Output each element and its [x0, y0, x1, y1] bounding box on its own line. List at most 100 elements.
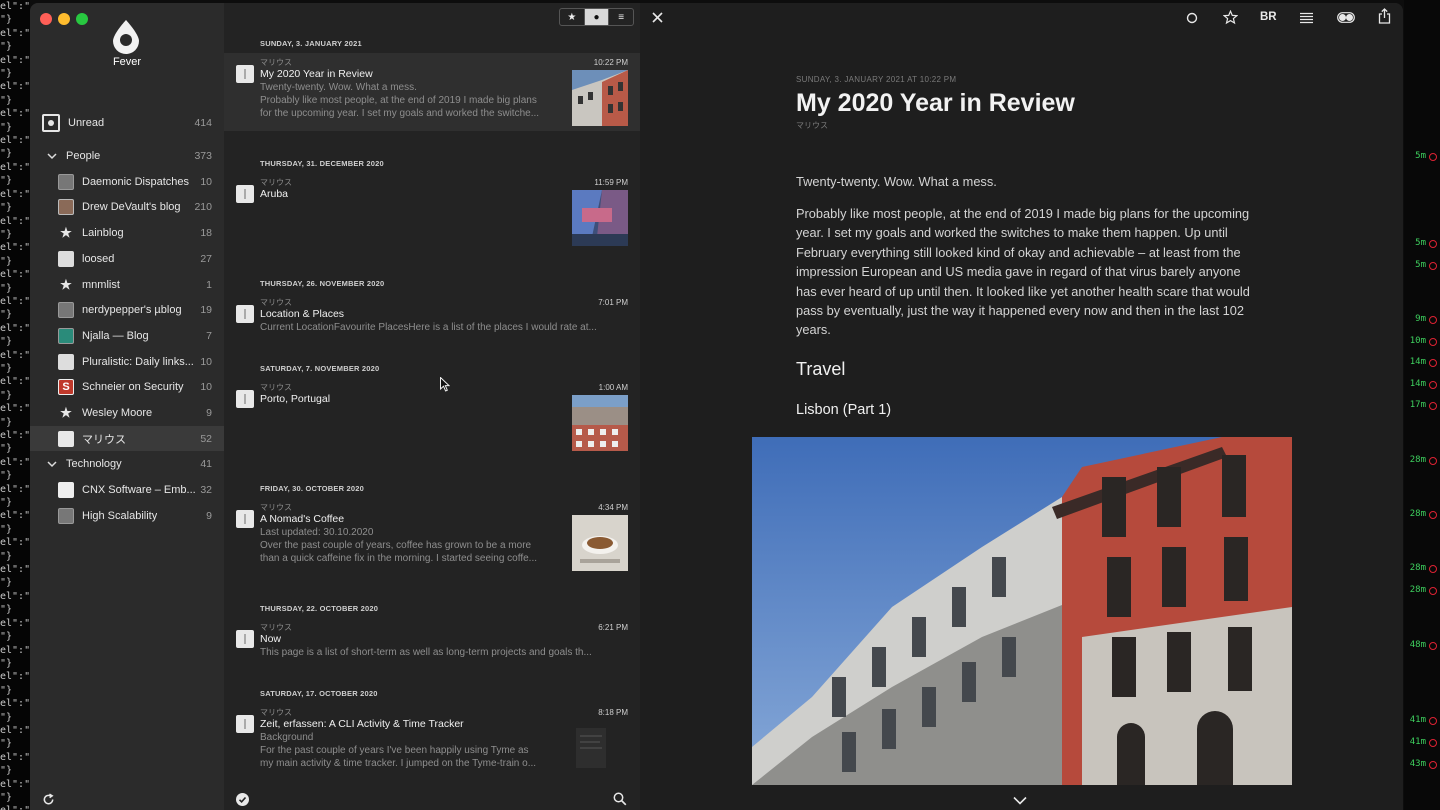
- sidebar-group-label: People: [66, 150, 101, 162]
- refresh-icon[interactable]: [42, 793, 55, 806]
- mark-all-read-icon[interactable]: [236, 793, 249, 806]
- terminal-status-dot: [1429, 338, 1437, 346]
- item-time: 10:22 PM: [593, 58, 628, 67]
- sidebar-feed-label: Lainblog: [82, 227, 124, 240]
- terminal-status-dot: [1429, 153, 1437, 161]
- share-icon[interactable]: [1378, 8, 1391, 24]
- sidebar-feed-label: Schneier on Security: [82, 381, 184, 394]
- sidebar-feed-item[interactable]: nerdypepper's µblog 19: [30, 298, 224, 323]
- terminal-age-text: 28m: [1409, 509, 1426, 519]
- item-excerpt: Last updated: 30.10.2020: [260, 527, 374, 538]
- list-item[interactable]: マリウス 8:18 PM Zeit, erfassen: A CLI Activit…: [224, 703, 640, 783]
- item-title: My 2020 Year in Review: [260, 68, 373, 80]
- sidebar-feed-count: 7: [206, 329, 212, 342]
- terminal-status-dot: [1429, 717, 1437, 725]
- date-header: THURSDAY, 22. OCTOBER 2020: [260, 604, 379, 613]
- sidebar-feed-item[interactable]: Drew DeVault's blog 210: [30, 195, 224, 220]
- terminal-status-dot: [1429, 739, 1437, 747]
- feed-page-icon: [236, 305, 254, 323]
- article-reader: BR SUNDAY, 3. JANUARY 2021 AT 10:22 PM M…: [640, 3, 1403, 810]
- sidebar-feed-count: 1: [206, 278, 212, 291]
- item-thumbnail: [572, 720, 628, 776]
- list-item[interactable]: マリウス 4:34 PM A Nomad's Coffee Last updated:…: [224, 498, 640, 588]
- sidebar-feed-item[interactable]: Daemonic Dispatches 10: [30, 169, 224, 194]
- item-excerpt: Probably like most people, at the end of…: [260, 95, 537, 106]
- item-title: Zeit, erfassen: A CLI Activity & Time Tr…: [260, 718, 464, 730]
- bionic-reading-button[interactable]: BR: [1260, 11, 1277, 23]
- item-source: マリウス: [260, 623, 292, 632]
- terminal-status-dot: [1429, 761, 1437, 769]
- item-source: マリウス: [260, 298, 292, 307]
- sidebar-feed-item[interactable]: マリウス 52: [30, 426, 224, 452]
- article-author: マリウス: [796, 121, 828, 130]
- list-item[interactable]: マリウス 11:59 PM Aruba: [224, 173, 640, 253]
- terminal-age-text: 28m: [1409, 455, 1426, 465]
- sidebar-feed-item[interactable]: ★ Wesley Moore 9: [30, 401, 224, 426]
- feed-page-icon: [236, 185, 254, 203]
- sidebar-feed-item[interactable]: ★ mnmlist 1: [30, 272, 224, 297]
- filter-segmented-control[interactable]: ★ ● ≡: [559, 8, 634, 26]
- app-name: Fever: [112, 56, 142, 68]
- item-source: マリウス: [260, 58, 292, 67]
- sidebar-feed-item[interactable]: High Scalability 9: [30, 503, 224, 528]
- star-icon[interactable]: [1223, 10, 1238, 25]
- terminal-age-text: 10m: [1409, 336, 1426, 346]
- sidebar-feed-label: Njalla — Blog: [82, 329, 149, 342]
- article-paragraph: Probably like most people, at the end of…: [796, 206, 1250, 338]
- filter-all-tab[interactable]: ≡: [608, 9, 633, 25]
- item-list: SUNDAY, 3. JANUARY 2021 マリウス 10:22 PM My 20…: [224, 3, 640, 810]
- chevron-down-icon[interactable]: [46, 458, 66, 470]
- sidebar-feed-count: 10: [200, 175, 212, 188]
- item-thumbnail: [572, 395, 628, 451]
- minimize-window-button[interactable]: [58, 13, 70, 25]
- background-terminal-right: 5m 5m 5m 9m 10m 14m 14m 17m 28m 28m 28m 28m 48m 41m 41…: [1404, 0, 1440, 810]
- mark-unread-circle-icon[interactable]: [1186, 12, 1198, 24]
- sidebar-feed-count: 19: [200, 304, 212, 317]
- list-item[interactable]: マリウス 10:22 PM My 2020 Year in Review Twenty…: [224, 53, 640, 131]
- feed-box-icon: [58, 302, 74, 319]
- terminal-status-dot: [1429, 240, 1437, 248]
- item-source: マリウス: [260, 383, 292, 392]
- item-excerpt: Current LocationFavourite PlacesHere is …: [260, 322, 597, 333]
- filter-starred-tab[interactable]: ★: [560, 9, 584, 25]
- list-item[interactable]: マリウス 6:21 PM Now This page is a list of sho…: [224, 618, 640, 673]
- sidebar-item-unread[interactable]: Unread 414: [30, 110, 224, 135]
- sidebar-feed-item[interactable]: CNX Software – Emb... 32: [30, 478, 224, 503]
- terminal-age-text: 28m: [1409, 563, 1426, 573]
- toggle-icon[interactable]: [1337, 12, 1355, 23]
- schneier-s-icon: S: [58, 379, 74, 396]
- list-item[interactable]: マリウス 1:00 AM Porto, Portugal: [224, 378, 640, 458]
- bottle-icon: [58, 353, 74, 370]
- sidebar-group-0[interactable]: People 373: [30, 144, 224, 169]
- article-title: My 2020 Year in Review: [796, 89, 1075, 117]
- sidebar-feed-count: 18: [200, 227, 212, 240]
- article-meta: SUNDAY, 3. JANUARY 2021 AT 10:22 PM: [796, 75, 957, 84]
- zoom-window-button[interactable]: [76, 13, 88, 25]
- scroll-down-chevron-icon[interactable]: [1013, 796, 1027, 805]
- chevron-down-icon[interactable]: [46, 150, 66, 162]
- list-item[interactable]: マリウス 7:01 PM Location & Places Current Loca…: [224, 293, 640, 353]
- item-excerpt: This page is a list of short-term as wel…: [260, 647, 592, 658]
- close-icon[interactable]: [652, 12, 663, 23]
- date-header: FRIDAY, 30. OCTOBER 2020: [260, 484, 365, 493]
- page-icon: [58, 430, 74, 447]
- bottle-icon: [58, 250, 74, 267]
- sidebar-feed-item[interactable]: Pluralistic: Daily links... 10: [30, 349, 224, 374]
- item-excerpt: Twenty-twenty. Wow. What a mess.: [260, 82, 417, 93]
- search-icon[interactable]: [613, 792, 627, 806]
- sidebar-feed-item[interactable]: loosed 27: [30, 246, 224, 271]
- sidebar-feed-item[interactable]: Njalla — Blog 7: [30, 323, 224, 348]
- item-time: 4:34 PM: [598, 503, 628, 512]
- list-icon[interactable]: [1299, 12, 1314, 24]
- sidebar-feed-item[interactable]: ★ Lainblog 18: [30, 221, 224, 246]
- sidebar-group-1[interactable]: Technology 41: [30, 452, 224, 477]
- terminal-status-dot: [1429, 359, 1437, 367]
- sidebar-feed-item[interactable]: S Schneier on Security 10: [30, 375, 224, 400]
- close-window-button[interactable]: [40, 13, 52, 25]
- article-photo-lisbon-buildings: [752, 437, 1292, 785]
- terminal-status-dot: [1429, 402, 1437, 410]
- sidebar-feed-label: マリウス: [82, 433, 126, 446]
- terminal-age-text: 17m: [1409, 400, 1426, 410]
- filter-unread-tab[interactable]: ●: [583, 9, 609, 25]
- item-excerpt: my main activity & time tracker. I jumpe…: [260, 758, 537, 769]
